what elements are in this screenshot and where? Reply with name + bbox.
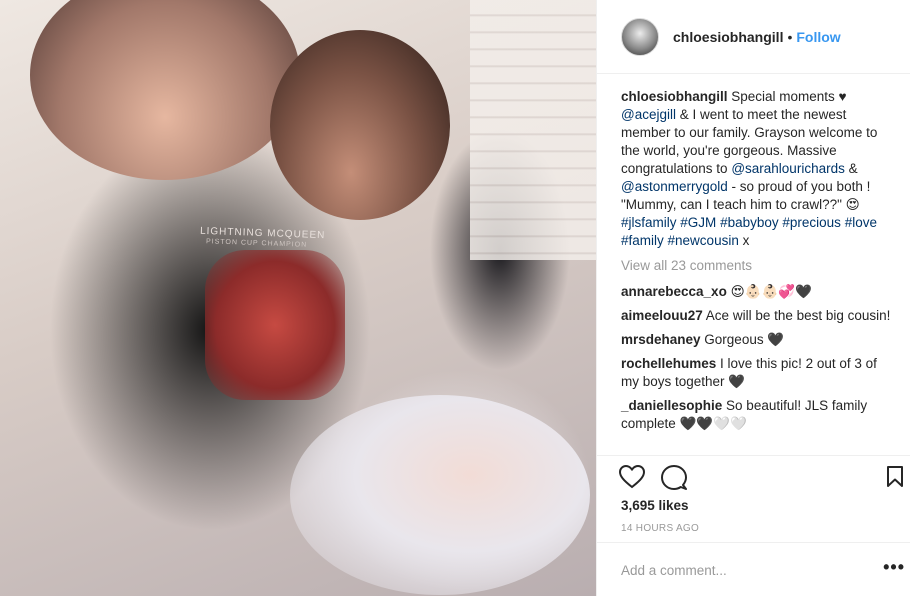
comment-username[interactable]: annarebecca_xo (621, 284, 727, 299)
comment-text: Ace will be the best big cousin! (702, 308, 891, 323)
window-blinds (470, 0, 596, 260)
post-caption: chloesiobhangill Special moments ♥ @acej… (621, 88, 893, 250)
hashtag-jlsfamily[interactable]: #jlsfamily (621, 215, 677, 230)
follow-button[interactable]: Follow (796, 29, 840, 45)
post-header: chloesiobhangill • Follow (597, 0, 910, 74)
comment-icon[interactable] (661, 465, 687, 496)
view-all-comments-link[interactable]: View all 23 comments (621, 258, 752, 273)
more-options-button[interactable]: ••• (883, 558, 905, 576)
mention-astonmerrygold[interactable]: @astonmerrygold (621, 179, 728, 194)
hashtag-love[interactable]: #love (845, 215, 877, 230)
baby-figure (290, 395, 590, 595)
comment-item: _daniellesophie So beautiful! JLS family… (621, 397, 893, 433)
add-comment-input[interactable] (621, 558, 861, 582)
header-separator: • (787, 28, 793, 45)
comment-username[interactable]: rochellehumes (621, 356, 716, 371)
comment-item: mrsdehaney Gorgeous 🖤 (621, 331, 893, 349)
post-sidebar: chloesiobhangill • Follow chloesiobhangi… (596, 0, 910, 596)
hashtag-newcousin[interactable]: #newcousin (668, 233, 739, 248)
comment-username[interactable]: aimeelouu27 (621, 308, 703, 323)
comment-item: annarebecca_xo 😍👶🏻👶🏻💞🖤 (621, 283, 893, 301)
hashtag-gjm[interactable]: #GJM (680, 215, 716, 230)
caption-text: Special moments ♥ (727, 89, 847, 104)
avatar[interactable] (621, 17, 659, 56)
mention-sarahlourichards[interactable]: @sarahlourichards (731, 161, 845, 176)
caption-username[interactable]: chloesiobhangill (621, 89, 728, 104)
hashtag-family[interactable]: #family (621, 233, 664, 248)
likes-count[interactable]: 3,695 likes (621, 498, 689, 513)
comments-list: annarebecca_xo 😍👶🏻👶🏻💞🖤 aimeelouu27 Ace w… (621, 283, 893, 439)
add-comment-section: ••• (597, 542, 910, 596)
heart-icon[interactable] (618, 464, 646, 494)
post-photo[interactable]: LIGHTNING MCQUEEN PISTON CUP CHAMPION (0, 0, 596, 596)
action-bar (597, 455, 910, 497)
comment-item: rochellehumes I love this pic! 2 out of … (621, 355, 893, 391)
comment-item: aimeelouu27 Ace will be the best big cou… (621, 307, 893, 325)
comment-text: Gorgeous 🖤 (700, 332, 785, 347)
comment-username[interactable]: mrsdehaney (621, 332, 701, 347)
mother-figure (30, 0, 300, 180)
toddler-figure (270, 30, 450, 220)
comment-text: 😍👶🏻👶🏻💞🖤 (726, 284, 812, 299)
mention-acejgill[interactable]: @acejgill (621, 107, 676, 122)
comment-username[interactable]: _daniellesophie (621, 398, 722, 413)
bookmark-icon[interactable] (886, 466, 904, 493)
hashtag-precious[interactable]: #precious (782, 215, 841, 230)
post-timestamp[interactable]: 14 HOURS AGO (621, 523, 699, 534)
hashtag-babyboy[interactable]: #babyboy (720, 215, 779, 230)
shirt-print (205, 250, 345, 400)
caption-text: & (844, 161, 858, 176)
caption-text: x (738, 233, 750, 248)
header-username[interactable]: chloesiobhangill (673, 29, 783, 45)
